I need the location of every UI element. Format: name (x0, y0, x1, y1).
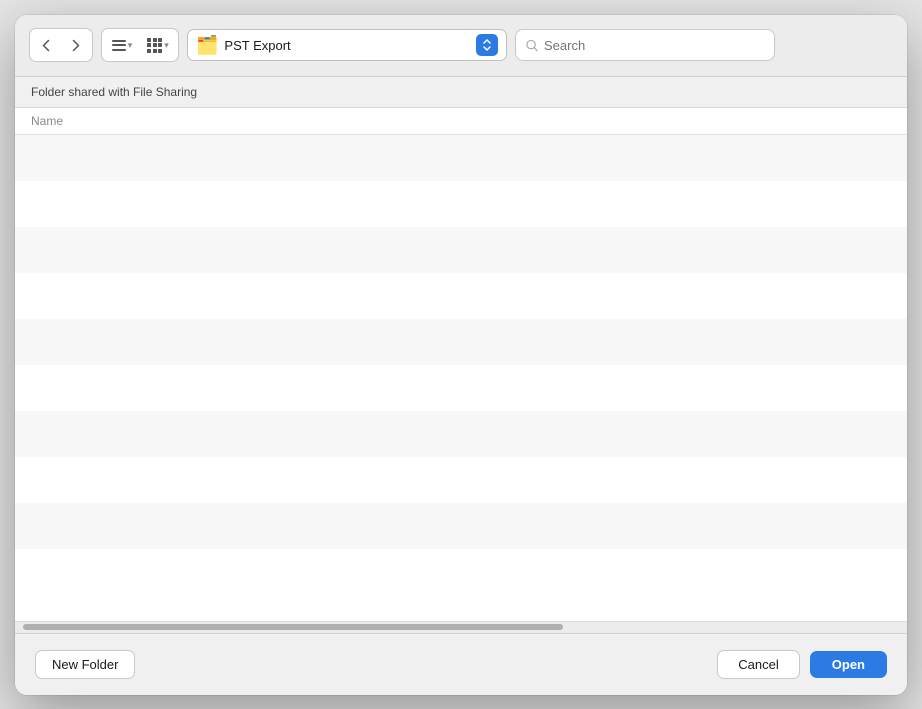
table-row[interactable] (15, 503, 907, 549)
search-icon (526, 39, 538, 52)
shared-folder-banner: Folder shared with File Sharing (15, 77, 907, 108)
open-dialog: ▾ ▾ 🗂️ PST Export (15, 15, 907, 695)
table-row[interactable] (15, 411, 907, 457)
action-buttons: Cancel Open (717, 650, 887, 679)
bottom-bar: New Folder Cancel Open (15, 633, 907, 695)
location-stepper-button[interactable] (476, 34, 498, 56)
table-row[interactable] (15, 181, 907, 227)
file-list[interactable] (15, 135, 907, 621)
name-column-header: Name (31, 114, 63, 128)
grid-icon (147, 38, 162, 53)
toolbar: ▾ ▾ 🗂️ PST Export (15, 15, 907, 77)
table-row[interactable] (15, 273, 907, 319)
table-row[interactable] (15, 457, 907, 503)
view-toggle-group: ▾ ▾ (101, 28, 179, 62)
table-row[interactable] (15, 549, 907, 595)
column-header: Name (15, 108, 907, 135)
open-button[interactable]: Open (810, 651, 887, 678)
file-browser-content: Folder shared with File Sharing Name (15, 77, 907, 621)
search-box[interactable] (515, 29, 775, 61)
list-icon (112, 40, 126, 51)
scrollbar-thumb[interactable] (23, 624, 563, 630)
grid-view-button[interactable]: ▾ (140, 31, 176, 59)
list-view-button[interactable]: ▾ (104, 31, 140, 59)
grid-view-chevron: ▾ (164, 40, 169, 51)
table-row[interactable] (15, 135, 907, 181)
search-input[interactable] (544, 38, 764, 53)
table-row[interactable] (15, 365, 907, 411)
table-row[interactable] (15, 227, 907, 273)
location-text: PST Export (224, 38, 470, 53)
horizontal-scrollbar[interactable] (15, 621, 907, 633)
list-view-chevron: ▾ (128, 40, 133, 51)
forward-button[interactable] (62, 31, 90, 59)
table-row[interactable] (15, 319, 907, 365)
location-selector[interactable]: 🗂️ PST Export (187, 29, 507, 61)
new-folder-button[interactable]: New Folder (35, 650, 135, 679)
folder-icon: 🗂️ (196, 35, 218, 56)
back-button[interactable] (32, 31, 60, 59)
scrollbar-track (23, 624, 899, 630)
cancel-button[interactable]: Cancel (717, 650, 799, 679)
nav-button-group (29, 28, 93, 62)
